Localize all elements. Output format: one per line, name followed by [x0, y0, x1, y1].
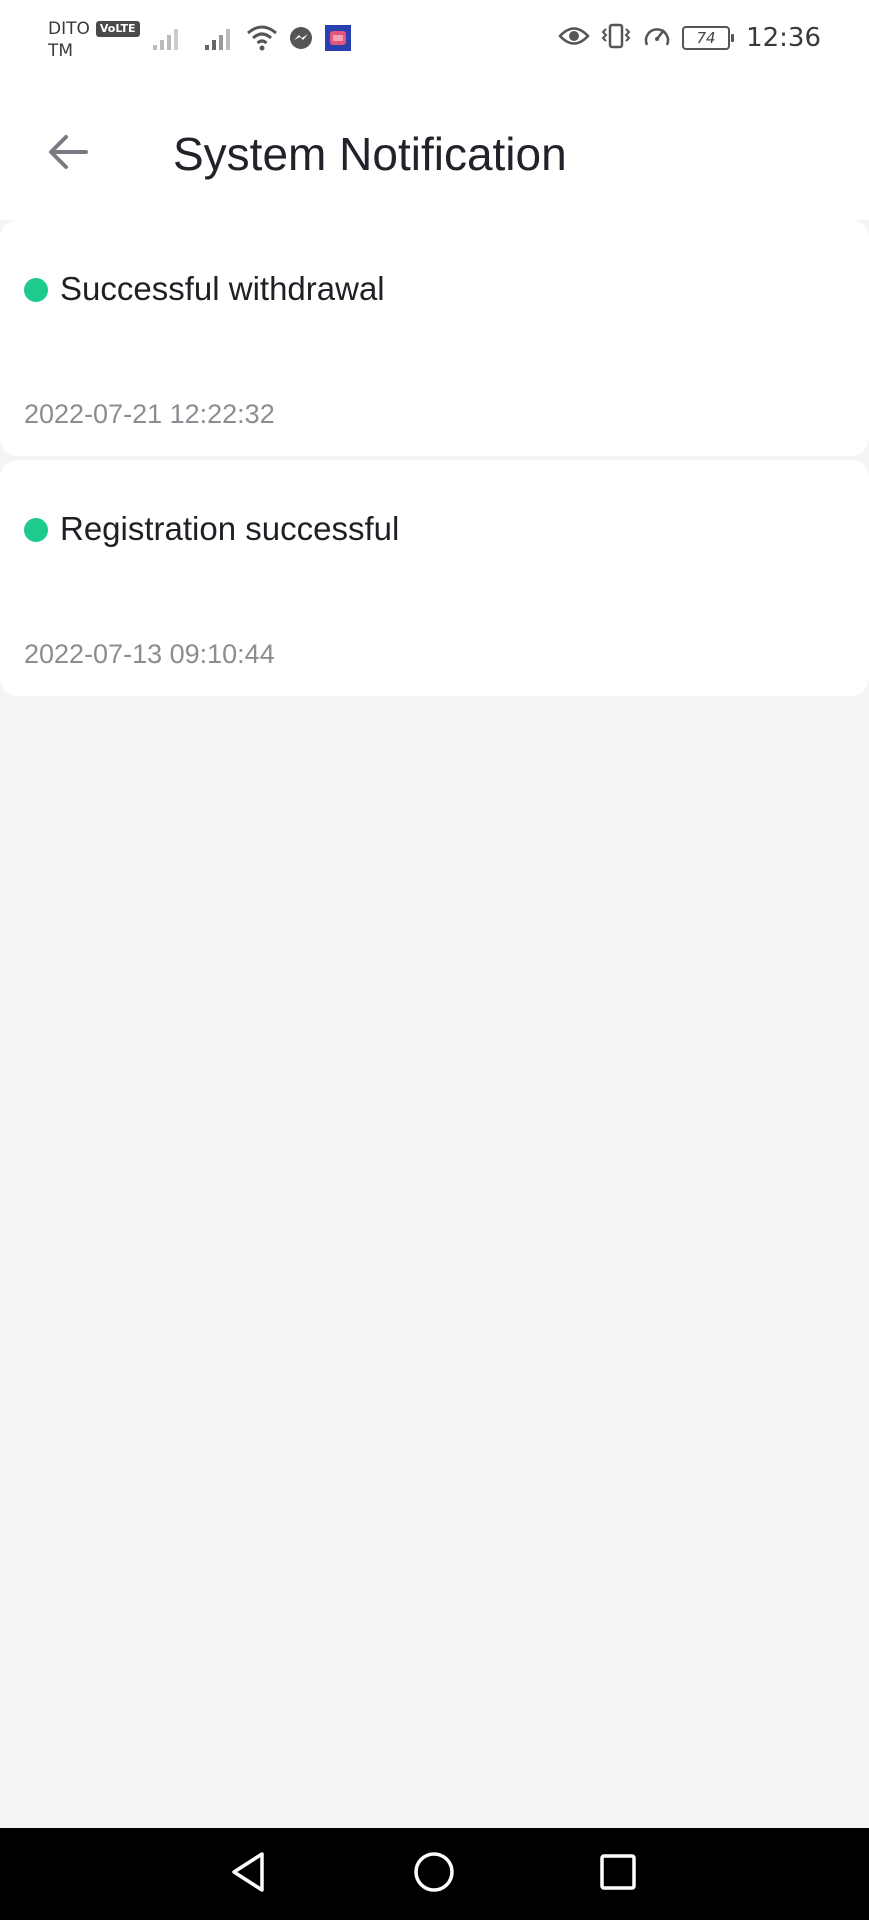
home-circle-icon — [412, 1850, 456, 1898]
notification-title: Successful withdrawal — [60, 270, 385, 307]
carrier-info: DITO VoLTE TM — [48, 18, 140, 62]
status-dot-icon — [24, 278, 48, 302]
notification-item[interactable]: Successful withdrawal 2022-07-21 12:22:3… — [0, 220, 869, 456]
nav-home-button[interactable] — [410, 1850, 458, 1898]
page-header: System Notification — [0, 86, 869, 220]
status-clock: 12:36 — [746, 23, 821, 53]
notification-list: Successful withdrawal 2022-07-21 12:22:3… — [0, 220, 869, 700]
back-button[interactable] — [40, 126, 96, 182]
notification-title: Registration successful — [60, 510, 400, 547]
status-icons-left — [152, 24, 352, 56]
signal-icon — [204, 25, 236, 55]
system-nav-bar — [0, 1828, 869, 1920]
arrow-left-icon — [46, 132, 90, 176]
wifi-icon — [246, 24, 278, 56]
status-dot-icon — [24, 518, 48, 542]
status-bar: DITO VoLTE TM 74 12:36 — [0, 0, 869, 86]
carrier-name: DITO — [48, 19, 90, 39]
messenger-icon — [288, 25, 314, 55]
notification-item[interactable]: Registration successful 2022-07-13 09:10… — [0, 460, 869, 696]
recents-square-icon — [598, 1852, 638, 1896]
signal-icon — [152, 25, 184, 55]
speedometer-icon — [642, 22, 672, 54]
page-title: System Notification — [173, 128, 567, 180]
nav-recents-button[interactable] — [594, 1850, 642, 1898]
back-triangle-icon — [228, 1850, 268, 1898]
notification-time: 2022-07-21 12:22:32 — [24, 399, 275, 429]
battery-icon: 74 — [682, 26, 735, 50]
carrier-name-secondary: TM — [48, 41, 74, 61]
app-notification-icon — [324, 24, 352, 56]
notification-time: 2022-07-13 09:10:44 — [24, 639, 275, 669]
vibrate-icon — [600, 22, 632, 54]
eye-icon — [558, 25, 590, 51]
volte-badge: VoLTE — [95, 21, 140, 37]
nav-back-button[interactable] — [224, 1850, 272, 1898]
status-icons-right: 74 12:36 — [558, 22, 821, 54]
